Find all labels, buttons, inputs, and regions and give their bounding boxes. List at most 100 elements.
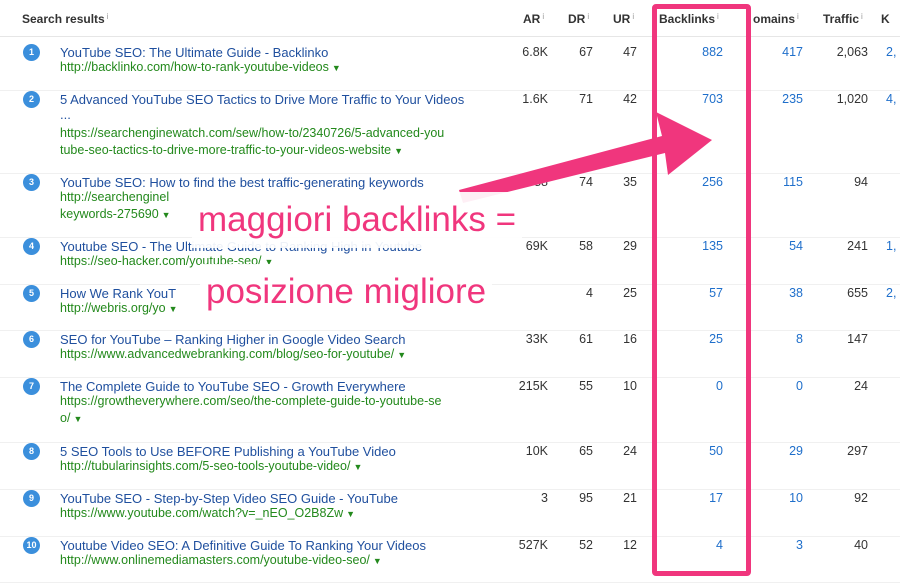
cell-backlinks[interactable]: 135 [663,238,723,255]
cell-domains[interactable]: 3 [743,537,803,554]
cell-ur: 29 [623,239,637,253]
table-header: Search results i AR i DR i UR i Backlinks i o… [0,0,900,37]
result-url[interactable]: https://www.advancedwebranking.com/blog/… [60,346,406,364]
result-url-text: http://searchenginel keywords-275690 [60,190,170,221]
rank-badge: 10 [23,537,40,554]
result-url-text: https://growtheverywhere.com/seo/the-com… [60,394,442,425]
cell-backlinks[interactable]: 882 [663,44,723,61]
caret-down-icon[interactable]: ▼ [353,462,362,472]
rank-badge: 4 [23,238,40,255]
cell-traffic: 24 [854,379,868,393]
caret-down-icon[interactable]: ▼ [332,63,341,73]
col-domains[interactable]: omains i [753,12,799,26]
table-row: 2 5 Advanced YouTube SEO Tactics to Drive… [0,91,900,174]
cell-traffic: 241 [847,239,868,253]
cell-backlinks[interactable]: 50 [663,443,723,460]
rank-badge: 6 [23,331,40,348]
info-icon: i [717,12,719,21]
annotation-line-1: maggiori backlinks = [192,192,523,248]
cell-domains[interactable]: 417 [743,44,803,61]
table-row: 1 YouTube SEO: The Ultimate Guide - Backl… [0,44,900,91]
cell-backlinks[interactable]: 4 [663,537,723,554]
cell-domains[interactable]: 54 [743,238,803,255]
cell-backlinks[interactable]: 703 [663,91,723,108]
cell-ur: 12 [623,538,637,552]
cell-ur: 21 [623,491,637,505]
rank-badge: 2 [23,91,40,108]
cell-traffic: 655 [847,286,868,300]
caret-down-icon[interactable]: ▼ [162,210,171,220]
cell-domains[interactable]: 115 [743,174,803,191]
cell-ur: 47 [623,45,637,59]
cell-ur: 10 [623,379,637,393]
result-url-text: http://webris.org/yo [60,301,166,315]
cell-traffic: 297 [847,444,868,458]
cell-domains[interactable]: 235 [743,91,803,108]
caret-down-icon[interactable]: ▼ [169,304,178,314]
result-url-text: http://backlinko.com/how-to-rank-youtube… [60,60,329,74]
col-ar[interactable]: AR i [523,12,544,26]
info-icon: i [797,12,799,21]
cell-traffic: 94 [854,175,868,189]
result-url[interactable]: http://webris.org/yo ▼ [60,300,178,318]
result-url[interactable]: http://backlinko.com/how-to-rank-youtube… [60,59,341,77]
cell-domains[interactable]: 29 [743,443,803,460]
table-row: 6 SEO for YouTube – Ranking Higher in Goo… [0,331,900,378]
cell-backlinks[interactable]: 57 [663,285,723,302]
col-dr[interactable]: DR i [568,12,589,26]
result-title-link[interactable]: 5 Advanced YouTube SEO Tactics to Drive … [60,91,464,108]
rank-badge: 3 [23,174,40,191]
result-url-text: https://www.advancedwebranking.com/blog/… [60,347,395,361]
table-row: 10 Youtube Video SEO: A Definitive Guide … [0,537,900,583]
rank-badge: 8 [23,443,40,460]
result-url[interactable]: http://www.onlinemediamasters.com/youtub… [60,552,382,570]
cell-domains[interactable]: 10 [743,490,803,507]
rank-badge: 1 [23,44,40,61]
rank-badge: 5 [23,285,40,302]
info-icon: i [106,12,109,21]
result-url[interactable]: https://growtheverywhere.com/seo/the-com… [60,393,441,428]
cell-traffic: 1,020 [836,92,868,106]
cell-traffic: 40 [854,538,868,552]
cell-ur: 16 [623,332,637,346]
cell-domains[interactable]: 0 [743,378,803,395]
cell-k[interactable]: 1, [886,238,900,255]
result-url[interactable]: http://tubularinsights.com/5-seo-tools-y… [60,458,362,476]
info-icon: i [632,12,635,21]
cell-domains[interactable]: 8 [743,331,803,348]
result-url[interactable]: https://searchenginewatch.com/sew/how-to… [60,125,444,160]
cell-backlinks[interactable]: 17 [663,490,723,507]
info-icon: i [542,12,545,21]
col-k[interactable]: K [881,12,890,26]
col-search-results[interactable]: Search results i [22,12,109,26]
col-backlinks[interactable]: Backlinks i [659,12,719,26]
caret-down-icon[interactable]: ▼ [73,414,82,424]
cell-ur: 25 [623,286,637,300]
cell-k[interactable]: 2, [886,44,900,61]
cell-ur: 35 [623,175,637,189]
caret-down-icon[interactable]: ▼ [394,146,403,156]
col-traffic[interactable]: Traffic i [823,12,863,26]
rank-badge: 9 [23,490,40,507]
cell-backlinks[interactable]: 25 [663,331,723,348]
table-row: 7 The Complete Guide to YouTube SEO - Gro… [0,378,900,443]
cell-k[interactable]: 2, [886,285,900,302]
cell-domains[interactable]: 38 [743,285,803,302]
result-url-text: https://searchenginewatch.com/sew/how-to… [60,126,445,157]
result-url[interactable]: http://searchenginel keywords-275690 ▼ [60,189,171,224]
cell-ur: 24 [623,444,637,458]
result-url[interactable]: https://www.youtube.com/watch?v=_nEO_O2B… [60,505,355,523]
annotation-line-2: posizione migliore [200,264,493,320]
cell-backlinks[interactable]: 0 [663,378,723,395]
caret-down-icon[interactable]: ▼ [373,556,382,566]
cell-traffic: 147 [847,332,868,346]
cell-backlinks[interactable]: 256 [663,174,723,191]
cell-k[interactable]: 4, [886,91,900,108]
rank-badge: 7 [23,378,40,395]
result-url-text: http://tubularinsights.com/5-seo-tools-y… [60,459,351,473]
result-title-ellipsis: ... [60,107,71,122]
caret-down-icon[interactable]: ▼ [397,350,406,360]
caret-down-icon[interactable]: ▼ [346,509,355,519]
info-icon: i [861,12,863,21]
col-ur[interactable]: UR i [613,12,634,26]
